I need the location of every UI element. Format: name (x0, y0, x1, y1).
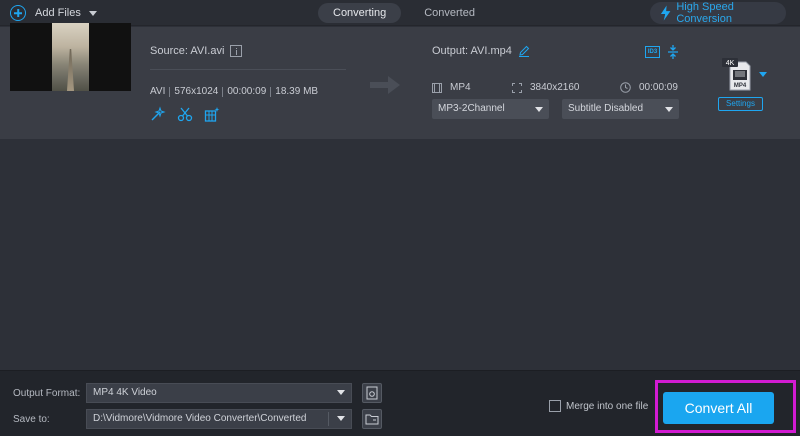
source-meta: AVI 576x1024 00:00:09 18.39 MB (150, 86, 318, 97)
chevron-down-icon (665, 107, 673, 112)
tab-converting[interactable]: Converting (318, 3, 402, 23)
source-format: AVI (150, 86, 166, 97)
format-badge-top: 4K (726, 60, 735, 67)
source-resolution: 576x1024 (174, 86, 219, 97)
edit-pencil-icon[interactable] (518, 45, 530, 57)
folder-icon (365, 414, 379, 425)
tab-converted[interactable]: Converted (409, 3, 490, 23)
merge-checkbox[interactable] (549, 400, 561, 412)
audio-track-value: MP3-2Channel (438, 103, 505, 114)
chevron-down-icon (535, 107, 543, 112)
output-format-label: Output Format: (13, 388, 81, 399)
source-info: Source: AVI.avi (150, 45, 243, 57)
palette-icon[interactable] (204, 106, 220, 122)
chevron-down-icon (337, 390, 345, 395)
settings-gear-icon (366, 386, 378, 400)
output-resolution-spec: 3840x2160 (512, 82, 580, 93)
output-format-settings-button[interactable] (362, 383, 382, 403)
clock-icon (620, 82, 631, 93)
tab-bar: Converting Converted (318, 3, 498, 23)
lightning-bolt-icon (660, 5, 671, 21)
subtitle-value: Subtitle Disabled (568, 103, 644, 114)
thumbnail-image (52, 23, 89, 91)
video-thumbnail[interactable] (10, 23, 131, 91)
field-separator (328, 412, 329, 426)
info-icon[interactable] (230, 45, 243, 57)
output-info: Output: AVI.mp4 (432, 45, 530, 57)
film-icon (432, 82, 442, 93)
magic-wand-icon[interactable] (150, 106, 166, 122)
chevron-down-icon[interactable] (759, 72, 767, 77)
chevron-down-icon[interactable] (337, 416, 345, 421)
high-speed-label: High Speed Conversion (676, 1, 734, 25)
save-to-select[interactable]: D:\Vidmore\Vidmore Video Converter\Conve… (86, 409, 352, 429)
source-duration: 00:00:09 (227, 86, 267, 97)
meta-separator (222, 86, 224, 97)
source-filename: Source: AVI.avi (150, 45, 225, 57)
convert-all-button[interactable]: Convert All (663, 392, 774, 424)
scissors-icon[interactable] (177, 106, 193, 122)
merge-label: Merge into one file (566, 400, 649, 412)
arrow-right-icon (370, 76, 400, 94)
resolution-icon (512, 82, 522, 93)
save-to-path: D:\Vidmore\Vidmore Video Converter\Conve… (93, 413, 307, 424)
subtitle-select[interactable]: Subtitle Disabled (562, 99, 679, 119)
output-resolution-value: 3840x2160 (530, 82, 580, 93)
meta-separator (270, 86, 272, 97)
output-format-select[interactable]: MP4 4K Video (86, 383, 352, 403)
output-format-spec: MP4 (432, 82, 471, 93)
edit-tools (150, 106, 231, 122)
source-divider (150, 69, 346, 70)
output-filename: Output: AVI.mp4 (432, 45, 512, 57)
output-format-select-value: MP4 4K Video (93, 387, 157, 398)
chevron-down-icon[interactable] (88, 10, 97, 16)
format-badge-bottom: MP4 (734, 83, 747, 89)
compress-icon[interactable] (667, 45, 679, 59)
output-duration-value: 00:00:09 (639, 82, 678, 93)
add-files-button[interactable]: Add Files (10, 4, 97, 22)
meta-separator (169, 86, 171, 97)
settings-button[interactable]: Settings (718, 97, 763, 111)
plus-circle-icon (10, 5, 26, 21)
id3-icon[interactable]: ID3 (645, 46, 660, 58)
bottom-bar: Output Format: MP4 4K Video Save to: D:\… (0, 370, 800, 436)
mp4-file-icon[interactable]: 4K MP4 (720, 58, 756, 92)
save-to-label: Save to: (13, 414, 50, 425)
merge-option[interactable]: Merge into one file (549, 400, 648, 412)
output-format-value: MP4 (450, 82, 471, 93)
add-files-label: Add Files (35, 7, 81, 19)
audio-track-select[interactable]: MP3-2Channel (432, 99, 549, 119)
source-size: 18.39 MB (275, 86, 319, 97)
high-speed-conversion-button[interactable]: High Speed Conversion (650, 1, 786, 25)
output-duration-spec: 00:00:09 (620, 82, 678, 93)
open-folder-button[interactable] (362, 409, 382, 429)
